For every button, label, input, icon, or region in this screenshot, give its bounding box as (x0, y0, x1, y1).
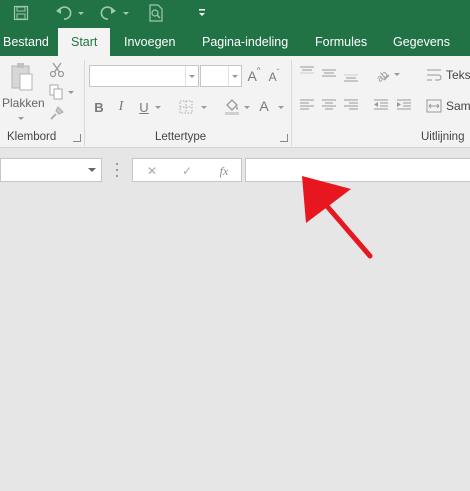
increase-indent-icon[interactable] (395, 98, 413, 112)
group-divider (84, 60, 85, 146)
tab-pagina-indeling[interactable]: Pagina-indeling (202, 28, 288, 56)
font-size-combo[interactable] (200, 65, 242, 87)
font-color-button[interactable]: A (257, 96, 271, 116)
shrink-font-button[interactable]: Aˇ (266, 68, 282, 86)
cancel-icon[interactable]: ✕ (141, 162, 163, 180)
chevron-down-icon[interactable] (228, 66, 241, 86)
italic-button[interactable]: I (115, 97, 127, 117)
tab-gegevens[interactable]: Gegevens (393, 28, 450, 56)
font-launcher-icon[interactable] (280, 134, 288, 142)
clipboard-group-label: Klembord (7, 131, 57, 143)
customize-qat-icon[interactable] (196, 3, 208, 23)
tab-invoegen[interactable]: Invoegen (124, 28, 175, 56)
wrap-text-button[interactable]: Teks (446, 68, 470, 82)
chevron-down-icon[interactable] (185, 66, 198, 86)
ribbon-tabs: Bestand Start Invoegen Pagina-indeling F… (0, 28, 470, 56)
save-icon[interactable] (10, 3, 32, 23)
paste-button[interactable]: Plakken (2, 96, 45, 110)
align-middle-icon[interactable] (320, 66, 338, 80)
underline-button[interactable]: U (137, 97, 151, 117)
redo-icon[interactable] (98, 3, 118, 23)
align-right-icon[interactable] (342, 98, 360, 112)
copy-dropdown-icon[interactable] (68, 91, 74, 94)
tab-formules[interactable]: Formules (315, 28, 367, 56)
paste-dropdown-icon[interactable] (18, 117, 24, 120)
bold-button[interactable]: B (92, 97, 106, 117)
tab-bestand[interactable]: Bestand (3, 28, 49, 56)
cut-icon[interactable] (47, 60, 67, 80)
fill-color-dropdown-icon[interactable] (244, 106, 250, 109)
align-left-icon[interactable] (298, 98, 316, 112)
shrink-font-label: A (268, 70, 277, 84)
align-top-icon[interactable] (298, 64, 316, 78)
paste-icon[interactable] (6, 60, 38, 94)
ribbon: Plakken Klembord A ^ Aˇ B I U A Lettertyp… (0, 56, 470, 148)
font-group-label: Lettertype (155, 131, 207, 143)
undo-icon[interactable] (54, 3, 74, 23)
chevron-down-icon[interactable] (88, 168, 96, 172)
formula-bar: ✕ ✓ fx (0, 149, 470, 187)
copy-icon[interactable] (47, 82, 65, 102)
align-center-icon[interactable] (320, 98, 338, 112)
orientation-icon[interactable]: ab (372, 64, 392, 84)
merge-center-icon[interactable] (425, 97, 443, 115)
insert-function-button[interactable]: fx (213, 162, 235, 180)
fill-color-icon[interactable] (222, 96, 242, 116)
orientation-dropdown-icon[interactable] (394, 73, 400, 76)
quick-access-toolbar (0, 0, 470, 28)
clipboard-launcher-icon[interactable] (73, 134, 81, 142)
decrease-indent-icon[interactable] (372, 98, 390, 112)
tab-start[interactable]: Start (58, 28, 111, 56)
enter-icon[interactable]: ✓ (176, 162, 198, 180)
name-box[interactable] (0, 158, 102, 182)
underline-dropdown-icon[interactable] (155, 106, 161, 109)
wrap-text-icon[interactable] (425, 66, 443, 84)
group-divider (291, 60, 292, 146)
undo-dropdown-icon[interactable] (76, 3, 86, 23)
alignment-group-label: Uitlijning (421, 131, 465, 143)
grow-font-label: A (247, 68, 257, 84)
borders-icon[interactable] (177, 98, 195, 116)
format-painter-icon[interactable] (48, 104, 66, 122)
print-preview-icon[interactable] (146, 3, 166, 23)
formula-buttons: ✕ ✓ fx (132, 158, 242, 182)
redo-dropdown-icon[interactable] (121, 3, 131, 23)
formula-input[interactable] (245, 158, 470, 182)
grow-font-button[interactable]: A ^ (246, 66, 262, 86)
merge-center-button[interactable]: Same (446, 99, 470, 113)
font-color-dropdown-icon[interactable] (278, 106, 284, 109)
borders-dropdown-icon[interactable] (201, 106, 207, 109)
formula-bar-grip-icon[interactable] (116, 163, 119, 177)
font-name-combo[interactable] (89, 65, 199, 87)
align-bottom-icon[interactable] (342, 70, 360, 84)
